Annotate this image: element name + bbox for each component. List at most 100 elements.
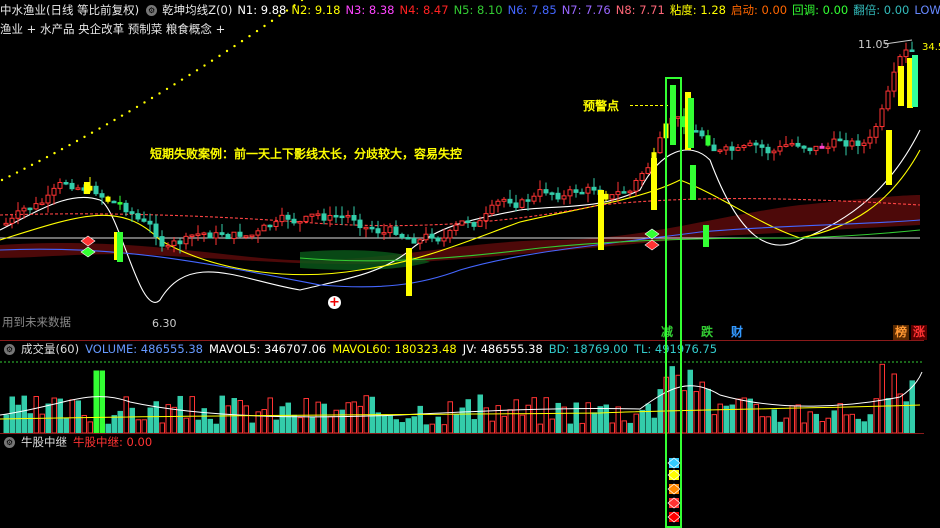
event-fall-badge[interactable]: 跌 [699, 325, 715, 340]
candle-body [765, 146, 771, 154]
event-rise-badge[interactable]: 涨 [911, 325, 928, 340]
candle-body [183, 235, 189, 245]
candle-body [813, 145, 819, 152]
volume-bar [189, 396, 195, 433]
candlestick-chart[interactable] [0, 0, 940, 340]
candle-body [825, 146, 831, 150]
volume-bar [63, 417, 69, 433]
trend-dot [120, 114, 124, 117]
volume-bar [111, 415, 117, 433]
candle-body [591, 186, 597, 191]
volume-bar [489, 420, 495, 433]
volume-bar [279, 406, 285, 433]
candle-body [573, 189, 579, 193]
volume-bar [873, 398, 879, 433]
bull-chart [667, 457, 681, 523]
volume-bar [885, 398, 891, 433]
trend-dot [0, 178, 4, 182]
candle-body [15, 210, 21, 219]
signal-highlight-box[interactable] [665, 77, 682, 528]
bull-settings-icon[interactable]: ⚙ [4, 437, 15, 448]
volume-bar [405, 418, 411, 433]
volume-title[interactable]: 成交量(60) [21, 342, 79, 356]
candle-body [585, 186, 591, 194]
volume-bar [69, 399, 75, 433]
candle-body [189, 234, 195, 238]
volume-bar [483, 407, 489, 433]
volume-bar [183, 417, 189, 433]
candle-body [285, 214, 291, 220]
candle-body [747, 142, 753, 147]
warning-point-label: 预警点 [583, 99, 620, 113]
signal-candle [651, 158, 657, 210]
volume-bar [795, 404, 801, 433]
event-rank-badge[interactable]: 榜 [893, 325, 910, 340]
candle-body [543, 189, 549, 194]
candle-body [303, 215, 309, 223]
candle-body [717, 149, 723, 153]
bull-value: 牛股中继: 0.00 [73, 435, 153, 449]
candle-body [537, 189, 543, 197]
volume-chart[interactable] [0, 357, 940, 433]
candle-body [447, 229, 453, 239]
volume-bar [81, 414, 87, 433]
volume-value: VOLUME: 486555.38 [85, 342, 203, 356]
candle-body [513, 202, 519, 208]
candle-body [333, 214, 339, 218]
candle-body [135, 213, 141, 220]
trend-dot [218, 54, 221, 58]
candle-body [777, 145, 783, 152]
volume-bar [651, 417, 657, 433]
volume-bar [633, 413, 639, 433]
volume-bar [717, 403, 723, 433]
trend-dot [83, 135, 86, 139]
candle-body [861, 142, 867, 146]
volume-bar [99, 370, 105, 433]
volume-bar [825, 417, 831, 433]
bull-header: ⚙ 牛股中继 牛股中继: 0.00 [0, 434, 158, 450]
volume-bar [453, 414, 459, 433]
volume-bar [495, 405, 501, 433]
candle-body [831, 138, 837, 148]
volume-bar [75, 400, 81, 433]
volume-bar [567, 423, 573, 433]
candle-body [411, 237, 417, 244]
bull-title[interactable]: 牛股中继 [21, 435, 67, 449]
trend-dot [45, 155, 49, 159]
candle-body [627, 190, 633, 194]
volume-bar [693, 391, 699, 433]
candle-body [363, 226, 369, 230]
candle-body [147, 220, 153, 225]
trend-dot [195, 69, 199, 72]
volume-bar [573, 402, 579, 433]
event-finance-badge[interactable]: 财 [729, 325, 745, 340]
volume-bar [645, 403, 651, 433]
candle-body [9, 217, 15, 224]
candle-body [267, 224, 273, 228]
candle-body [495, 200, 501, 206]
high-price-label: 11.05 [858, 38, 890, 51]
trend-dot [248, 34, 251, 38]
candle-body [867, 136, 873, 144]
volume-bar [561, 406, 567, 433]
signal-candle-cyan [912, 55, 918, 107]
trend-dot [98, 127, 101, 130]
trend-dot [158, 92, 161, 95]
volume-bar [387, 415, 393, 433]
candle-body [849, 140, 855, 147]
candle-body [27, 207, 33, 211]
signal-candle [898, 66, 904, 106]
volume-bar [159, 422, 165, 433]
volume-bar [87, 421, 93, 433]
candle-body [639, 172, 645, 181]
candle-body [57, 182, 63, 189]
trend-dot [30, 163, 34, 167]
candle-body [405, 236, 411, 240]
volume-bar [537, 423, 543, 433]
volume-bar [195, 419, 201, 433]
volume-bar [867, 414, 873, 433]
trend-dot [263, 24, 266, 28]
buy-signal-icon[interactable]: + [328, 296, 341, 309]
volume-settings-icon[interactable]: ⚙ [4, 344, 15, 355]
volume-bar [615, 406, 621, 433]
